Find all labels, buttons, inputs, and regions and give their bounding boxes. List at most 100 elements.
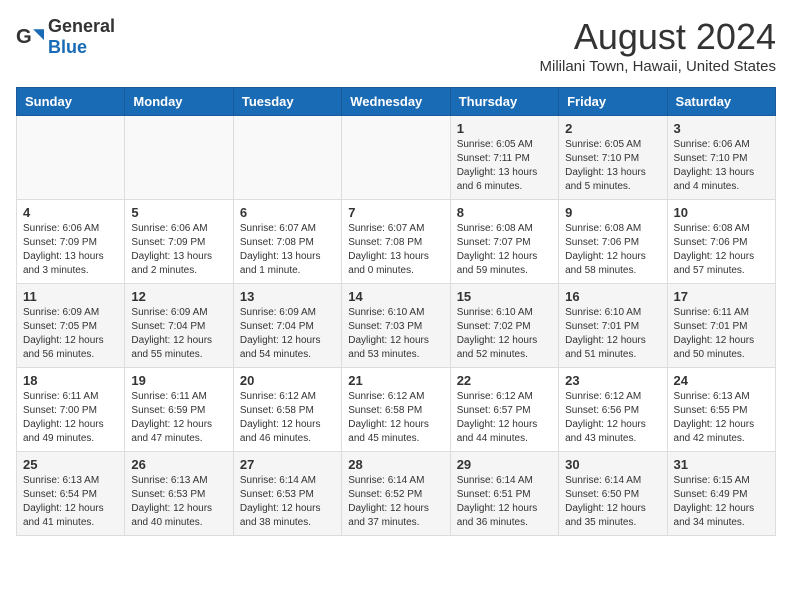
calendar-week-row: 1 Sunrise: 6:05 AM Sunset: 7:11 PM Daylig… xyxy=(17,116,776,200)
calendar-day-cell: 2Sunrise: 6:05 AM Sunset: 7:10 PM Daylig… xyxy=(559,116,667,200)
day-number: 25 xyxy=(23,457,118,472)
calendar-day-cell: 10Sunrise: 6:08 AM Sunset: 7:06 PM Dayli… xyxy=(667,200,775,284)
day-info: Sunrise: 6:05 AM Sunset: 7:11 PM Dayligh… xyxy=(457,138,552,194)
calendar-day-cell: 9Sunrise: 6:08 AM Sunset: 7:06 PM Daylig… xyxy=(559,200,667,284)
day-info: Sunrise: 6:12 AM Sunset: 6:56 PM Dayligh… xyxy=(565,390,660,446)
day-info: Sunrise: 6:08 AM Sunset: 7:07 PM Dayligh… xyxy=(457,222,552,278)
day-number: 1 xyxy=(457,121,552,136)
day-number: 27 xyxy=(240,457,335,472)
day-info: Sunrise: 6:14 AM Sunset: 6:52 PM Dayligh… xyxy=(348,474,443,530)
calendar-day-cell: 25 Sunrise: 6:13 AM Sunset: 6:54 PM Dayli… xyxy=(17,452,125,536)
day-info: Sunrise: 6:14 AM Sunset: 6:53 PM Dayligh… xyxy=(240,474,335,530)
calendar-day-cell xyxy=(233,116,341,200)
calendar-day-cell: 6Sunrise: 6:07 AM Sunset: 7:08 PM Daylig… xyxy=(233,200,341,284)
day-number: 20 xyxy=(240,373,335,388)
day-number: 7 xyxy=(348,205,443,220)
calendar-day-cell: 29Sunrise: 6:14 AM Sunset: 6:51 PM Dayli… xyxy=(450,452,558,536)
day-number: 23 xyxy=(565,373,660,388)
calendar-day-cell: 15 Sunrise: 6:10 AM Sunset: 7:02 PM Dayli… xyxy=(450,284,558,368)
day-info: Sunrise: 6:10 AM Sunset: 7:02 PM Dayligh… xyxy=(457,306,552,362)
day-info: Sunrise: 6:06 AM Sunset: 7:09 PM Dayligh… xyxy=(23,222,118,278)
day-number: 19 xyxy=(131,373,226,388)
calendar-day-cell: 8 Sunrise: 6:08 AM Sunset: 7:07 PM Daylig… xyxy=(450,200,558,284)
day-number: 14 xyxy=(348,289,443,304)
calendar-day-cell: 28 Sunrise: 6:14 AM Sunset: 6:52 PM Dayli… xyxy=(342,452,450,536)
calendar-day-cell: 13 Sunrise: 6:09 AM Sunset: 7:04 PM Dayli… xyxy=(233,284,341,368)
day-info: Sunrise: 6:15 AM Sunset: 6:49 PM Dayligh… xyxy=(674,474,769,530)
calendar-day-cell: 3 Sunrise: 6:06 AM Sunset: 7:10 PM Daylig… xyxy=(667,116,775,200)
page-header: G General Blue August 2024 Mililani Town… xyxy=(16,16,776,75)
day-of-week-header: Sunday xyxy=(17,88,125,116)
day-of-week-header: Tuesday xyxy=(233,88,341,116)
logo-general-text: General xyxy=(48,16,115,36)
calendar-day-cell xyxy=(17,116,125,200)
calendar-header-row: SundayMondayTuesdayWednesdayThursdayFrid… xyxy=(17,88,776,116)
day-info: Sunrise: 6:09 AM Sunset: 7:04 PM Dayligh… xyxy=(240,306,335,362)
title-area: August 2024 Mililani Town, Hawaii, Unite… xyxy=(540,16,777,75)
day-info: Sunrise: 6:11 AM Sunset: 7:01 PM Dayligh… xyxy=(674,306,769,362)
day-number: 21 xyxy=(348,373,443,388)
day-number: 13 xyxy=(240,289,335,304)
day-info: Sunrise: 6:05 AM Sunset: 7:10 PM Dayligh… xyxy=(565,138,660,194)
day-of-week-header: Friday xyxy=(559,88,667,116)
calendar-day-cell: 22 Sunrise: 6:12 AM Sunset: 6:57 PM Dayli… xyxy=(450,368,558,452)
day-number: 30 xyxy=(565,457,660,472)
day-number: 4 xyxy=(23,205,118,220)
calendar-day-cell: 27 Sunrise: 6:14 AM Sunset: 6:53 PM Dayli… xyxy=(233,452,341,536)
day-info: Sunrise: 6:09 AM Sunset: 7:04 PM Dayligh… xyxy=(131,306,226,362)
calendar-day-cell: 14Sunrise: 6:10 AM Sunset: 7:03 PM Dayli… xyxy=(342,284,450,368)
day-info: Sunrise: 6:12 AM Sunset: 6:58 PM Dayligh… xyxy=(240,390,335,446)
day-number: 16 xyxy=(565,289,660,304)
day-number: 18 xyxy=(23,373,118,388)
calendar-day-cell: 1 Sunrise: 6:05 AM Sunset: 7:11 PM Daylig… xyxy=(450,116,558,200)
day-info: Sunrise: 6:11 AM Sunset: 7:00 PM Dayligh… xyxy=(23,390,118,446)
logo: G General Blue xyxy=(16,16,115,58)
calendar-week-row: 11 Sunrise: 6:09 AM Sunset: 7:05 PM Dayli… xyxy=(17,284,776,368)
day-number: 8 xyxy=(457,205,552,220)
day-number: 26 xyxy=(131,457,226,472)
logo-icon: G xyxy=(16,23,44,51)
day-info: Sunrise: 6:07 AM Sunset: 7:08 PM Dayligh… xyxy=(348,222,443,278)
calendar-day-cell: 23 Sunrise: 6:12 AM Sunset: 6:56 PM Dayli… xyxy=(559,368,667,452)
calendar-day-cell: 20 Sunrise: 6:12 AM Sunset: 6:58 PM Dayli… xyxy=(233,368,341,452)
day-number: 5 xyxy=(131,205,226,220)
calendar-day-cell: 17Sunrise: 6:11 AM Sunset: 7:01 PM Dayli… xyxy=(667,284,775,368)
calendar-day-cell xyxy=(125,116,233,200)
logo-blue-text: Blue xyxy=(48,37,87,57)
calendar-day-cell: 31 Sunrise: 6:15 AM Sunset: 6:49 PM Dayli… xyxy=(667,452,775,536)
day-info: Sunrise: 6:13 AM Sunset: 6:54 PM Dayligh… xyxy=(23,474,118,530)
day-info: Sunrise: 6:11 AM Sunset: 6:59 PM Dayligh… xyxy=(131,390,226,446)
day-of-week-header: Thursday xyxy=(450,88,558,116)
day-number: 28 xyxy=(348,457,443,472)
day-of-week-header: Monday xyxy=(125,88,233,116)
day-of-week-header: Wednesday xyxy=(342,88,450,116)
calendar-week-row: 4 Sunrise: 6:06 AM Sunset: 7:09 PM Daylig… xyxy=(17,200,776,284)
day-info: Sunrise: 6:09 AM Sunset: 7:05 PM Dayligh… xyxy=(23,306,118,362)
day-number: 15 xyxy=(457,289,552,304)
day-number: 24 xyxy=(674,373,769,388)
day-info: Sunrise: 6:13 AM Sunset: 6:53 PM Dayligh… xyxy=(131,474,226,530)
calendar-day-cell xyxy=(342,116,450,200)
day-info: Sunrise: 6:10 AM Sunset: 7:01 PM Dayligh… xyxy=(565,306,660,362)
day-info: Sunrise: 6:06 AM Sunset: 7:09 PM Dayligh… xyxy=(131,222,226,278)
day-info: Sunrise: 6:13 AM Sunset: 6:55 PM Dayligh… xyxy=(674,390,769,446)
calendar-day-cell: 4 Sunrise: 6:06 AM Sunset: 7:09 PM Daylig… xyxy=(17,200,125,284)
day-info: Sunrise: 6:06 AM Sunset: 7:10 PM Dayligh… xyxy=(674,138,769,194)
day-number: 31 xyxy=(674,457,769,472)
day-number: 11 xyxy=(23,289,118,304)
day-info: Sunrise: 6:12 AM Sunset: 6:57 PM Dayligh… xyxy=(457,390,552,446)
calendar-week-row: 25 Sunrise: 6:13 AM Sunset: 6:54 PM Dayli… xyxy=(17,452,776,536)
day-number: 3 xyxy=(674,121,769,136)
day-of-week-header: Saturday xyxy=(667,88,775,116)
calendar-day-cell: 19 Sunrise: 6:11 AM Sunset: 6:59 PM Dayli… xyxy=(125,368,233,452)
calendar-day-cell: 30Sunrise: 6:14 AM Sunset: 6:50 PM Dayli… xyxy=(559,452,667,536)
calendar-day-cell: 26 Sunrise: 6:13 AM Sunset: 6:53 PM Dayli… xyxy=(125,452,233,536)
day-info: Sunrise: 6:08 AM Sunset: 7:06 PM Dayligh… xyxy=(565,222,660,278)
svg-text:G: G xyxy=(16,26,32,48)
calendar-day-cell: 11 Sunrise: 6:09 AM Sunset: 7:05 PM Dayli… xyxy=(17,284,125,368)
day-info: Sunrise: 6:08 AM Sunset: 7:06 PM Dayligh… xyxy=(674,222,769,278)
month-title: August 2024 xyxy=(540,16,777,58)
day-number: 22 xyxy=(457,373,552,388)
calendar-day-cell: 21Sunrise: 6:12 AM Sunset: 6:58 PM Dayli… xyxy=(342,368,450,452)
calendar-day-cell: 24 Sunrise: 6:13 AM Sunset: 6:55 PM Dayli… xyxy=(667,368,775,452)
